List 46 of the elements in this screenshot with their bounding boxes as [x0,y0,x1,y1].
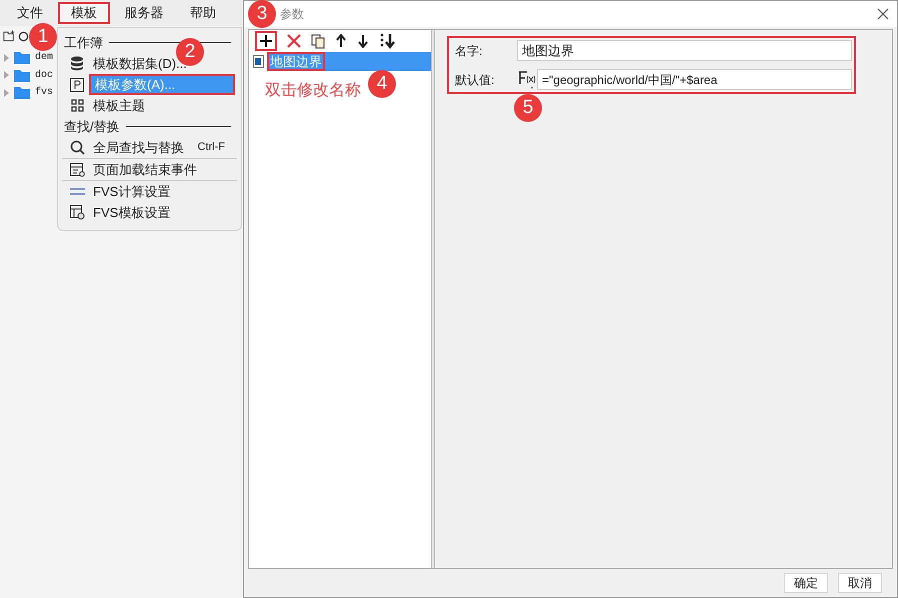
tree-item-label[interactable]: doc [35,68,54,83]
close-icon[interactable] [877,8,889,20]
menu-item[interactable]: 服务器 [110,2,178,24]
menu-section-title: 查找/替换 [64,118,120,136]
menu-item[interactable]: 帮助 [178,2,228,24]
lines-icon [70,188,84,195]
refresh-icon[interactable] [18,30,29,42]
menu-section-title: 工作簿 [64,34,103,52]
formula-icon[interactable] [517,69,537,90]
plus-icon [259,34,273,48]
menu-item[interactable]: 模板 [58,2,110,24]
menu-item[interactable]: 页面加载结束事件 [89,159,235,180]
add-button[interactable] [255,31,277,51]
step-badge: 1 [29,23,57,51]
annotation-text: 双击修改名称 [265,80,361,101]
menu-item[interactable]: FVS计算设置 [89,181,235,202]
menu-item[interactable]: 全局查找与替换 Ctrl-F [89,137,235,158]
dialog-button[interactable]: 取消 [838,573,882,593]
menu-item[interactable]: FVS模板设置 [89,202,235,223]
tree-item-label[interactable]: dem [35,50,54,66]
folder-icon [14,51,30,64]
page-event-icon [70,162,84,176]
dialog-button[interactable]: 确定 [784,573,828,593]
settings-icon [70,205,84,220]
copy-icon[interactable] [311,34,325,48]
menu-item[interactable]: 文件 [12,2,58,24]
folder-icon [14,68,30,82]
shortcut-label: Ctrl-F [198,140,225,156]
search-icon [70,140,84,155]
name-field[interactable]: 地图边界 [517,40,852,61]
default-value-field[interactable]: ="geographic/world/中国/"+$area [537,69,852,90]
grid-icon [70,99,84,112]
delete-icon[interactable] [287,34,301,48]
field-label: 默认值: [455,72,496,88]
folder-icon [14,86,30,100]
tree-item-label[interactable]: fvs [35,85,54,100]
parameter-icon [70,78,84,92]
menu-item[interactable]: 模板主题 [89,95,235,116]
up-arrow-icon[interactable] [335,34,347,48]
parameter-icon [253,55,264,68]
new-folder-icon[interactable] [3,30,15,42]
move-bottom-icon[interactable] [379,33,395,49]
field-label: 名字: [455,42,484,60]
window-title: 参数 [280,6,304,23]
database-icon [70,56,84,71]
down-arrow-icon[interactable] [357,34,369,48]
